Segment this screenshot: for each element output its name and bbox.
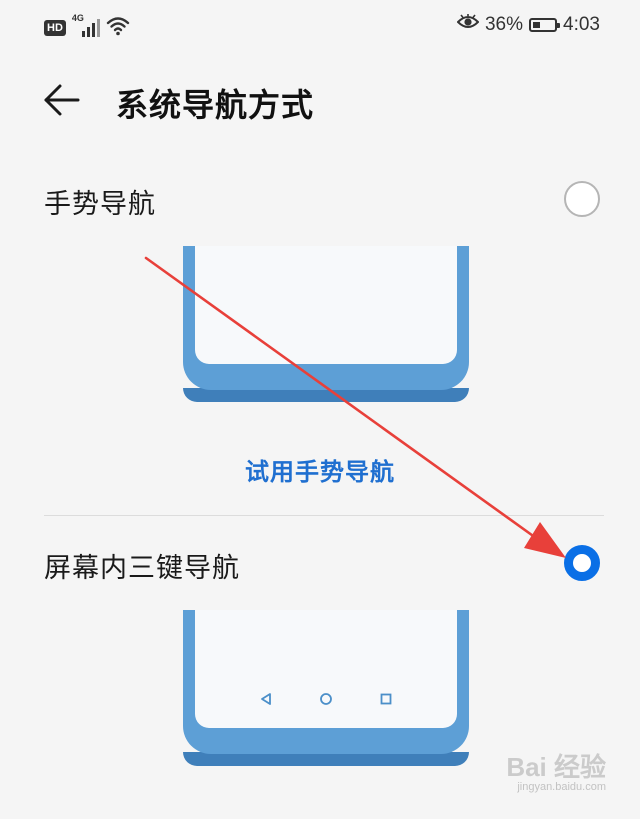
battery-percent: 36% — [484, 14, 524, 35]
eye-comfort-icon — [456, 13, 480, 36]
arrow-left-icon — [44, 84, 80, 116]
phone-frame-shadow — [183, 752, 469, 766]
watermark-logo: Bai 经验 jingyan.baidu.com — [490, 747, 610, 803]
divider — [44, 515, 604, 516]
radio-gesture-navigation[interactable] — [564, 181, 600, 217]
status-bar: HD 4G 36% 4:03 — [0, 0, 640, 56]
option-label-gesture: 手势导航 — [44, 189, 156, 220]
nav-home-circle-icon — [315, 688, 337, 710]
battery-fill — [533, 22, 541, 28]
phone-frame-shadow — [183, 388, 469, 402]
page-title: 系统导航方式 — [116, 86, 315, 124]
option-label-three-key: 屏幕内三键导航 — [44, 553, 240, 584]
watermark-url: jingyan.baidu.com — [517, 781, 606, 793]
hd-badge: HD — [44, 20, 66, 36]
gesture-preview-illustration — [183, 246, 469, 402]
nav-recents-square-icon — [375, 688, 397, 710]
wifi-icon — [106, 16, 130, 40]
three-key-preview-illustration — [183, 610, 469, 766]
cellular-signal-icon: 4G — [72, 13, 100, 39]
status-right: 36% 4:03 — [456, 13, 600, 36]
back-button[interactable] — [40, 78, 84, 122]
network-type-label: 4G — [71, 13, 84, 23]
option-three-key-navigation[interactable]: 屏幕内三键导航 — [0, 532, 640, 596]
battery-icon — [529, 18, 561, 32]
phone-screen — [195, 610, 457, 728]
clock: 4:03 — [563, 14, 600, 35]
phone-screen — [195, 246, 457, 364]
nav-back-triangle-icon — [255, 688, 277, 710]
try-gesture-navigation-link[interactable]: 试用手势导航 — [0, 452, 640, 487]
nav-keys — [195, 688, 457, 710]
watermark-text: Bai 经验 — [506, 752, 606, 782]
app-header: 系统导航方式 — [0, 70, 640, 130]
status-left: HD 4G — [44, 13, 130, 40]
option-gesture-navigation[interactable]: 手势导航 — [0, 168, 640, 232]
radio-three-key-navigation[interactable] — [564, 545, 600, 581]
